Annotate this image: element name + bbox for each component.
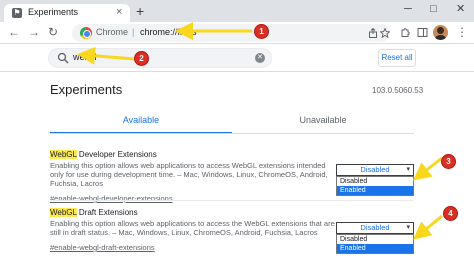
forward-button[interactable]: → [28,25,40,39]
flag-permalink[interactable]: #enable-webgl-developer-extensions [50,194,173,204]
minimize-button[interactable]: ─ [404,2,412,16]
browser-toolbar: ← → ↻ Chrome | chrome://flags ⋮ [0,22,474,44]
chrome-icon [80,27,92,39]
option-disabled[interactable]: Disabled [337,235,413,244]
chevron-down-icon: ▾ [406,166,410,173]
profile-avatar[interactable] [433,25,448,40]
close-window-button[interactable]: ✕ [456,2,465,16]
annotation-badge-4: 4 [443,206,458,221]
bookmark-star-icon[interactable] [380,28,390,38]
flag-title: WebGL Developer Extensions [50,150,340,160]
annotation-badge-1: 1 [254,24,269,39]
tab-close-icon[interactable]: × [116,6,122,18]
flags-header: ✕ Reset all [0,44,474,72]
option-disabled[interactable]: Disabled [337,177,413,186]
search-highlight: WebGL [50,150,77,159]
option-enabled[interactable]: Enabled [337,244,413,253]
maximize-button[interactable]: □ [430,2,437,16]
flag-title: WebGL Draft Extensions [50,208,340,218]
back-button[interactable]: ← [8,25,20,39]
dropdown-options: Disabled Enabled [336,176,414,196]
url-text[interactable]: chrome://flags [140,27,197,37]
tab-strip: ⚑ Experiments × + ─ □ ✕ [0,0,474,22]
annotation-badge-2: 2 [134,51,149,66]
new-tab-button[interactable]: + [136,4,144,18]
flag-divider [50,200,414,201]
flag-webgl-draft-extensions: WebGL Draft Extensions Enabling this opt… [50,208,340,255]
sidebar-icon[interactable] [417,27,428,38]
selected-option-label: Disabled [360,223,390,232]
search-highlight: WebGL [50,208,77,217]
reset-all-button[interactable]: Reset all [378,49,416,67]
flag-description: Enabling this option allows web applicat… [50,161,328,188]
flags-icon: ⚑ [12,8,22,18]
flag-permalink[interactable]: #enable-webgl-draft-extensions [50,243,155,253]
flag-description: Enabling this option allows web applicat… [50,219,335,237]
version-label: 103.0.5060.53 [372,86,424,95]
tab-experiments[interactable]: ⚑ Experiments × [4,4,130,22]
dropdown-options: Disabled Enabled [336,234,414,254]
search-icon [57,52,69,64]
option-enabled[interactable]: Enabled [337,186,413,195]
flag-select-developer-extensions[interactable]: Disabled ▾ Disabled Enabled [336,164,414,196]
tab-available[interactable]: Available [50,110,232,134]
flag-webgl-developer-extensions: WebGL Developer Extensions Enabling this… [50,150,340,206]
site-label: Chrome [96,27,129,37]
reload-button[interactable]: ↻ [48,25,58,39]
tabs-divider [50,133,414,134]
tab-title: Experiments [28,7,79,17]
extensions-icon[interactable] [400,27,411,38]
share-icon[interactable] [368,28,378,38]
flag-title-rest: Draft Extensions [76,208,138,217]
address-bar[interactable]: Chrome | chrome://flags [72,24,390,42]
select-current-value[interactable]: Disabled ▾ [336,222,414,234]
experiments-page: Experiments 103.0.5060.53 Available Unav… [0,72,474,267]
chevron-down-icon: ▾ [406,224,410,231]
flag-select-draft-extensions[interactable]: Disabled ▾ Disabled Enabled [336,222,414,254]
search-flags-box[interactable]: ✕ [48,48,272,68]
annotation-badge-3: 3 [441,154,456,169]
clear-search-icon[interactable]: ✕ [255,53,265,63]
chrome-menu-icon[interactable]: ⋮ [456,25,468,39]
selected-option-label: Disabled [360,165,390,174]
page-title: Experiments [50,82,123,97]
flag-title-rest: Developer Extensions [76,150,157,159]
omnibox-separator: | [132,27,135,37]
tab-unavailable[interactable]: Unavailable [232,110,414,134]
select-current-value[interactable]: Disabled ▾ [336,164,414,176]
